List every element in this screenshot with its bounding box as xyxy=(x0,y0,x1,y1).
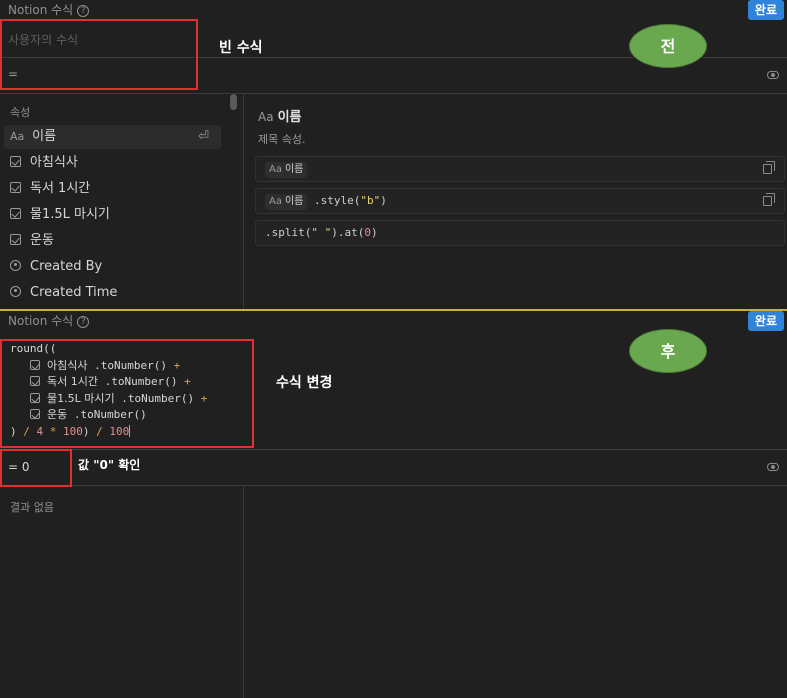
property-label: 물1.5L 마시기 xyxy=(30,207,110,222)
user-circle-icon xyxy=(10,260,21,271)
editor-title: Notion 수식? xyxy=(8,312,90,329)
annotation-empty-formula: 빈 수식 xyxy=(219,40,263,56)
divider xyxy=(0,485,787,486)
section-label: 속성 xyxy=(10,106,31,119)
property-label: 이름 xyxy=(32,129,57,144)
formula-editor-after: Notion 수식? 완료 round(( 아침식사 .toNumber() +… xyxy=(0,311,787,698)
before-badge: 전 xyxy=(629,24,707,68)
property-label: Created Time xyxy=(30,285,118,300)
detail-description: 제목 속성. xyxy=(258,133,306,146)
help-icon[interactable]: ? xyxy=(77,5,90,17)
property-item-breakfast[interactable]: 아침식사 xyxy=(4,151,221,175)
property-item-reading[interactable]: 독서 1시간 xyxy=(4,177,221,201)
help-icon[interactable]: ? xyxy=(77,316,90,328)
eye-icon[interactable] xyxy=(767,463,779,471)
copy-icon[interactable] xyxy=(763,193,775,206)
enter-icon: ⏎ xyxy=(198,129,209,144)
scrollbar[interactable] xyxy=(230,94,237,110)
eye-icon[interactable] xyxy=(767,71,779,79)
text-type-icon: Aa xyxy=(258,110,274,124)
detail-title: Aa 이름 xyxy=(258,110,302,125)
annotation-formula-changed: 수식 변경 xyxy=(276,375,333,391)
done-button[interactable]: 완료 xyxy=(747,0,784,20)
property-item-created-by[interactable]: Created By xyxy=(4,255,221,279)
property-item-created-time[interactable]: Created Time xyxy=(4,281,221,305)
annotation-value-check: 값 "0" 확인 xyxy=(78,458,141,472)
clock-icon xyxy=(10,286,21,297)
example-snippet[interactable]: Aa 이름 xyxy=(255,156,785,182)
checkbox-icon xyxy=(10,234,21,245)
done-button[interactable]: 완료 xyxy=(747,311,784,331)
property-item-water[interactable]: 물1.5L 마시기 xyxy=(4,203,221,227)
example-snippet[interactable]: .split(" ").at(0) xyxy=(255,220,785,246)
property-label: Created By xyxy=(30,259,103,274)
divider xyxy=(0,93,787,94)
after-badge: 후 xyxy=(629,329,707,373)
example-snippet[interactable]: Aa 이름 .style("b") xyxy=(255,188,785,214)
property-item-exercise[interactable]: 운동 xyxy=(4,229,221,253)
divider xyxy=(243,486,244,698)
checkbox-icon xyxy=(10,156,21,167)
text-type-icon: Aa xyxy=(10,130,25,143)
highlight-box xyxy=(0,19,198,90)
divider xyxy=(0,449,787,450)
no-result-label: 결과 없음 xyxy=(10,501,54,514)
property-label: 독서 1시간 xyxy=(30,181,91,196)
property-item-name[interactable]: Aa 이름 ⏎ xyxy=(4,125,221,149)
copy-icon[interactable] xyxy=(763,161,775,174)
checkbox-icon xyxy=(10,182,21,193)
divider xyxy=(243,94,244,309)
formula-editor-before: Notion 수식? 완료 사용자의 수식 = 속성 Aa 이름 ⏎ 아침식사 … xyxy=(0,0,787,309)
property-label: 아침식사 xyxy=(30,155,78,170)
highlight-box xyxy=(0,449,72,487)
property-label: 운동 xyxy=(30,233,54,248)
highlight-box xyxy=(0,339,254,448)
editor-title: Notion 수식? xyxy=(8,1,90,18)
checkbox-icon xyxy=(10,208,21,219)
